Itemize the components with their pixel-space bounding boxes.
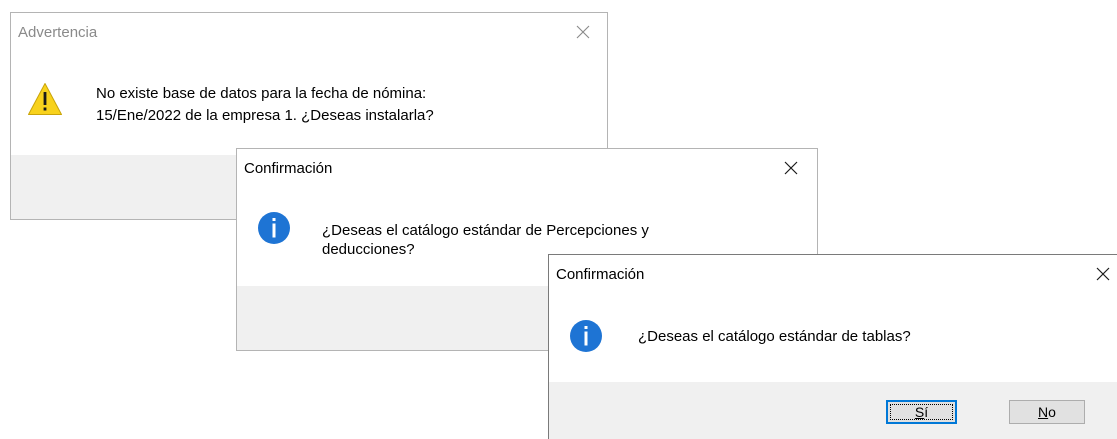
no-button[interactable]: No xyxy=(1009,400,1085,424)
close-icon xyxy=(1096,267,1110,281)
warning-dialog-close-button[interactable] xyxy=(561,13,605,51)
yes-button-focus-ring xyxy=(890,404,953,420)
warning-dialog-body: No existe base de datos para la fecha de… xyxy=(11,51,607,155)
warning-message-line2: 15/Ene/2022 de la empresa 1. ¿Deseas ins… xyxy=(96,107,434,124)
no-button-label: No xyxy=(1038,404,1056,420)
warning-dialog-titlebar[interactable]: Advertencia xyxy=(11,13,607,51)
yes-button[interactable]: Sí xyxy=(886,400,957,424)
confirm-percepciones-title: Confirmación xyxy=(244,160,333,177)
confirm-tablas-dialog: Confirmación ¿Deseas el catálogo estánda… xyxy=(548,254,1117,439)
close-icon xyxy=(576,25,590,39)
confirm-percepciones-message-line1: ¿Deseas el catálogo estándar de Percepci… xyxy=(322,222,649,239)
close-icon xyxy=(784,161,798,175)
confirm-tablas-title: Confirmación xyxy=(556,266,645,283)
confirm-tablas-message: ¿Deseas el catálogo estándar de tablas? xyxy=(638,328,911,345)
warning-dialog-title: Advertencia xyxy=(18,24,98,41)
confirm-tablas-body: ¿Deseas el catálogo estándar de tablas? xyxy=(549,293,1117,382)
warning-message-line1: No existe base de datos para la fecha de… xyxy=(96,85,427,102)
info-icon xyxy=(570,320,602,352)
confirm-tablas-titlebar[interactable]: Confirmación xyxy=(549,255,1117,293)
info-icon xyxy=(258,212,290,244)
confirm-tablas-close-button[interactable] xyxy=(1081,255,1117,293)
confirm-percepciones-titlebar[interactable]: Confirmación xyxy=(237,149,817,187)
confirm-percepciones-close-button[interactable] xyxy=(769,149,813,187)
confirm-percepciones-message-line2: deducciones? xyxy=(322,241,415,258)
confirm-tablas-footer: Sí No xyxy=(549,382,1117,439)
warning-icon xyxy=(28,83,62,115)
